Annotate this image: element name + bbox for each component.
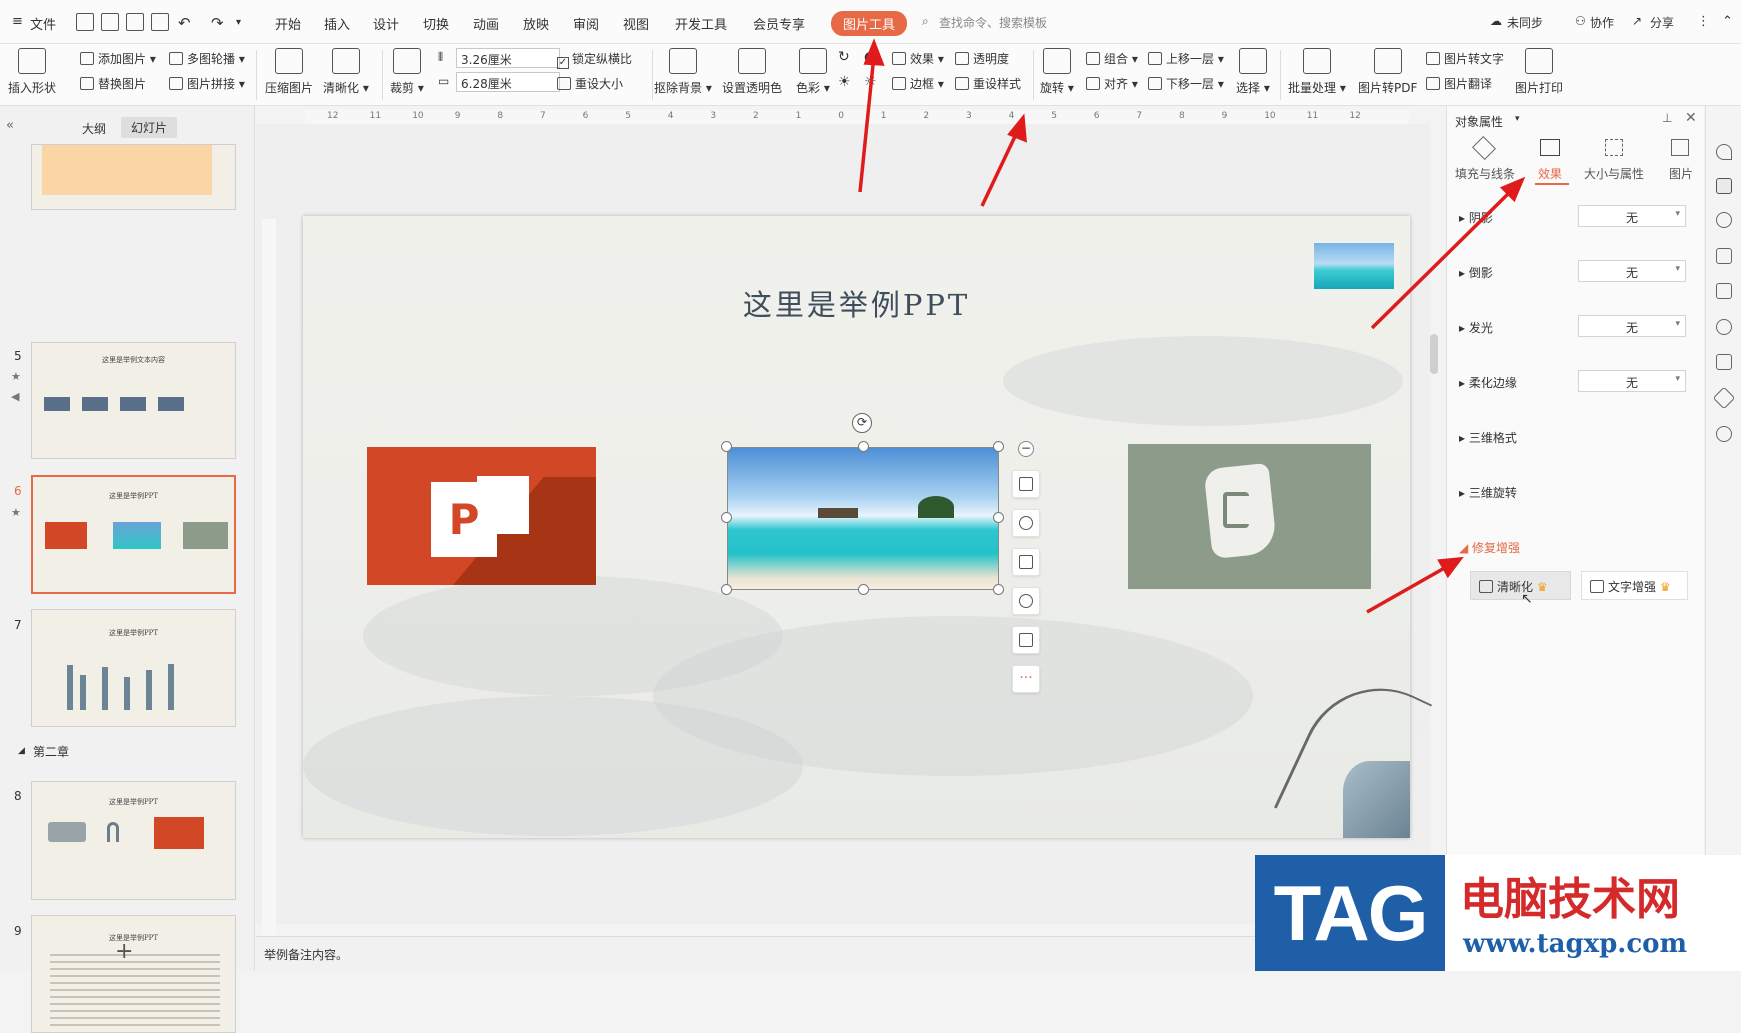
annotation-arrows — [858, 38, 1526, 614]
site-watermark: TAG 电脑技术网 www.tagxp.com — [1255, 855, 1741, 971]
arrow-to-effects-tab — [1370, 188, 1514, 330]
watermark-url: www.tagxp.com — [1463, 929, 1688, 959]
watermark-site-name: 电脑技术网 — [1460, 874, 1680, 925]
arrow-head — [863, 38, 885, 66]
arrow-to-ribbon — [980, 129, 1020, 207]
arrow-to-repair — [1366, 564, 1449, 614]
arrow-head — [1437, 556, 1464, 579]
arrow-to-picture-tools — [858, 54, 876, 193]
tag-logo: TAG — [1255, 855, 1445, 971]
arrow-head — [1007, 113, 1028, 143]
